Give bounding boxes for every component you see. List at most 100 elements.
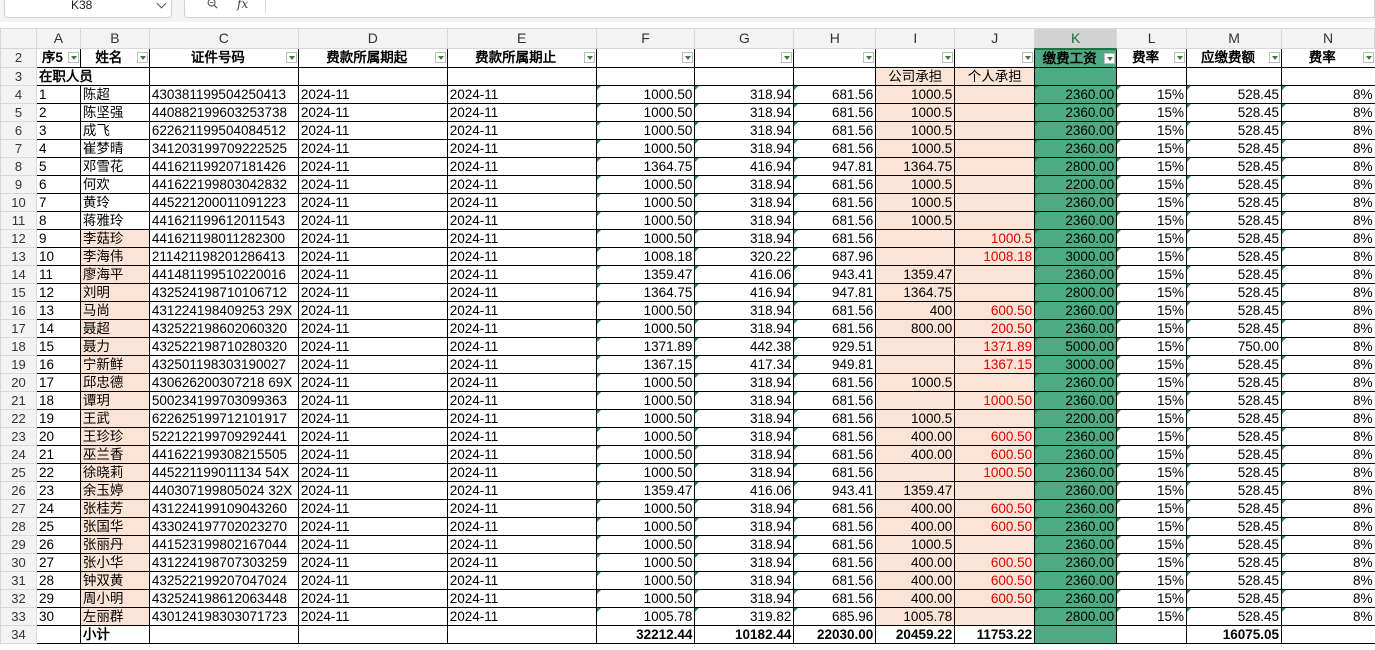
cell-a[interactable]: 13 (35, 300, 81, 320)
cell-g[interactable]: 318.94 (694, 102, 795, 122)
cell-e[interactable]: 2024-11 (446, 408, 597, 428)
cell-m[interactable]: 528.45 (1186, 228, 1282, 248)
cell-c[interactable]: 440307199805024 32X (148, 480, 299, 500)
cell-b[interactable]: 余玉婷 (79, 480, 150, 500)
cell-e[interactable]: 2024-11 (446, 228, 597, 248)
cell[interactable] (1116, 66, 1188, 86)
row-header[interactable]: 9 (0, 174, 37, 194)
cell-b[interactable]: 巫兰香 (79, 444, 150, 464)
cell-f[interactable]: 1000.50 (595, 552, 696, 572)
cell-c[interactable]: 432522198710280320 (148, 336, 299, 356)
cell-m[interactable]: 528.45 (1186, 192, 1282, 212)
row-header[interactable]: 3 (0, 66, 37, 86)
header-cell-m[interactable]: 应缴费额 (1186, 48, 1282, 68)
cell-g[interactable]: 320.22 (694, 246, 795, 266)
cell-n[interactable]: 8% (1281, 426, 1375, 446)
cell-b[interactable]: 陈坚强 (79, 102, 150, 122)
cell-a[interactable]: 6 (35, 174, 81, 194)
cell-d[interactable]: 2024-11 (297, 462, 448, 482)
cell-l[interactable]: 15% (1116, 282, 1188, 302)
cell-m[interactable]: 528.45 (1186, 372, 1282, 392)
row-header[interactable]: 18 (0, 336, 37, 356)
cell-i[interactable] (875, 246, 956, 266)
cell-f[interactable]: 1000.50 (595, 444, 696, 464)
cell-n[interactable]: 8% (1281, 462, 1375, 482)
cell-n[interactable]: 8% (1281, 192, 1375, 212)
cell-e[interactable]: 2024-11 (446, 282, 597, 302)
row-header[interactable]: 33 (0, 606, 37, 626)
cell-g[interactable]: 417.34 (694, 354, 795, 374)
cell[interactable] (148, 66, 299, 86)
cell-d[interactable]: 2024-11 (297, 588, 448, 608)
cell-c[interactable]: 445221200011091223 (148, 192, 299, 212)
cell-g[interactable]: 319.82 (694, 606, 795, 626)
cell-e[interactable]: 2024-11 (446, 156, 597, 176)
cell-j[interactable] (954, 156, 1036, 176)
cell-f[interactable]: 1005.78 (595, 606, 696, 626)
cell-k[interactable]: 2360.00 (1034, 192, 1118, 212)
cell-c[interactable]: 441621198011282300 (148, 228, 299, 248)
cell-c[interactable]: 445221199011134 54X (148, 462, 299, 482)
cell-j[interactable] (954, 174, 1036, 194)
cell-l[interactable]: 15% (1116, 228, 1188, 248)
cell-m[interactable]: 528.45 (1186, 84, 1282, 104)
cell-h[interactable]: 681.56 (793, 84, 877, 104)
filter-dropdown-icon[interactable] (863, 52, 875, 63)
cell-i[interactable]: 400.00 (875, 516, 956, 536)
total-cell-i[interactable]: 20459.22 (875, 624, 956, 644)
cell-i[interactable] (875, 228, 956, 248)
total-cell-a[interactable] (35, 624, 81, 644)
filter-dropdown-icon[interactable] (1174, 52, 1186, 63)
cell[interactable] (793, 66, 877, 86)
cell-b[interactable]: 邱忠德 (79, 372, 150, 392)
cell-g[interactable]: 318.94 (694, 138, 795, 158)
cell-b[interactable]: 张国华 (79, 516, 150, 536)
cell-e[interactable]: 2024-11 (446, 210, 597, 230)
cell-j[interactable] (954, 102, 1036, 122)
cell-f[interactable]: 1367.15 (595, 354, 696, 374)
cell-g[interactable]: 318.94 (694, 444, 795, 464)
cell-h[interactable]: 681.56 (793, 210, 877, 230)
row-header[interactable]: 6 (0, 120, 37, 140)
cell-j[interactable]: 600.50 (954, 444, 1036, 464)
cell-d[interactable]: 2024-11 (297, 498, 448, 518)
cell-h[interactable]: 681.56 (793, 408, 877, 428)
cell-j[interactable]: 1000.5 (954, 228, 1036, 248)
cell-h[interactable]: 681.56 (793, 462, 877, 482)
total-cell-g[interactable]: 10182.44 (694, 624, 795, 644)
cell-k[interactable]: 2360.00 (1034, 588, 1118, 608)
cell-k[interactable]: 2360.00 (1034, 516, 1118, 536)
cell-c[interactable]: 500234199703099363 (148, 390, 299, 410)
cell-e[interactable]: 2024-11 (446, 300, 597, 320)
total-cell-c[interactable] (148, 624, 299, 644)
cell-e[interactable]: 2024-11 (446, 264, 597, 284)
cell-d[interactable]: 2024-11 (297, 606, 448, 626)
cell-c[interactable]: 441622199803042832 (148, 174, 299, 194)
cell-n[interactable]: 8% (1281, 372, 1375, 392)
cell-g[interactable]: 318.94 (694, 228, 795, 248)
cell-n[interactable]: 8% (1281, 390, 1375, 410)
total-cell-e[interactable] (446, 624, 597, 644)
cell-k[interactable]: 2360.00 (1034, 426, 1118, 446)
cell-h[interactable]: 681.56 (793, 120, 877, 140)
cell-d[interactable]: 2024-11 (297, 102, 448, 122)
cell-i[interactable]: 1000.5 (875, 372, 956, 392)
cell-i[interactable]: 1359.47 (875, 264, 956, 284)
cell-d[interactable]: 2024-11 (297, 408, 448, 428)
cell-f[interactable]: 1000.50 (595, 408, 696, 428)
cell-d[interactable]: 2024-11 (297, 228, 448, 248)
formula-input[interactable]: fx (184, 0, 1375, 18)
header-cell-l[interactable]: 费率 (1116, 48, 1188, 68)
cell-l[interactable]: 15% (1116, 318, 1188, 338)
column-header-i[interactable]: I (875, 28, 956, 49)
cell-i[interactable]: 400.00 (875, 444, 956, 464)
cell-i[interactable]: 400.00 (875, 552, 956, 572)
cell-d[interactable]: 2024-11 (297, 120, 448, 140)
cell-e[interactable]: 2024-11 (446, 138, 597, 158)
cell-h[interactable]: 949.81 (793, 354, 877, 374)
cell-m[interactable]: 528.45 (1186, 606, 1282, 626)
cell-k[interactable]: 2360.00 (1034, 534, 1118, 554)
total-cell-n[interactable] (1281, 624, 1375, 644)
cell-c[interactable]: 432524198612063448 (148, 588, 299, 608)
cell-n[interactable]: 8% (1281, 300, 1375, 320)
